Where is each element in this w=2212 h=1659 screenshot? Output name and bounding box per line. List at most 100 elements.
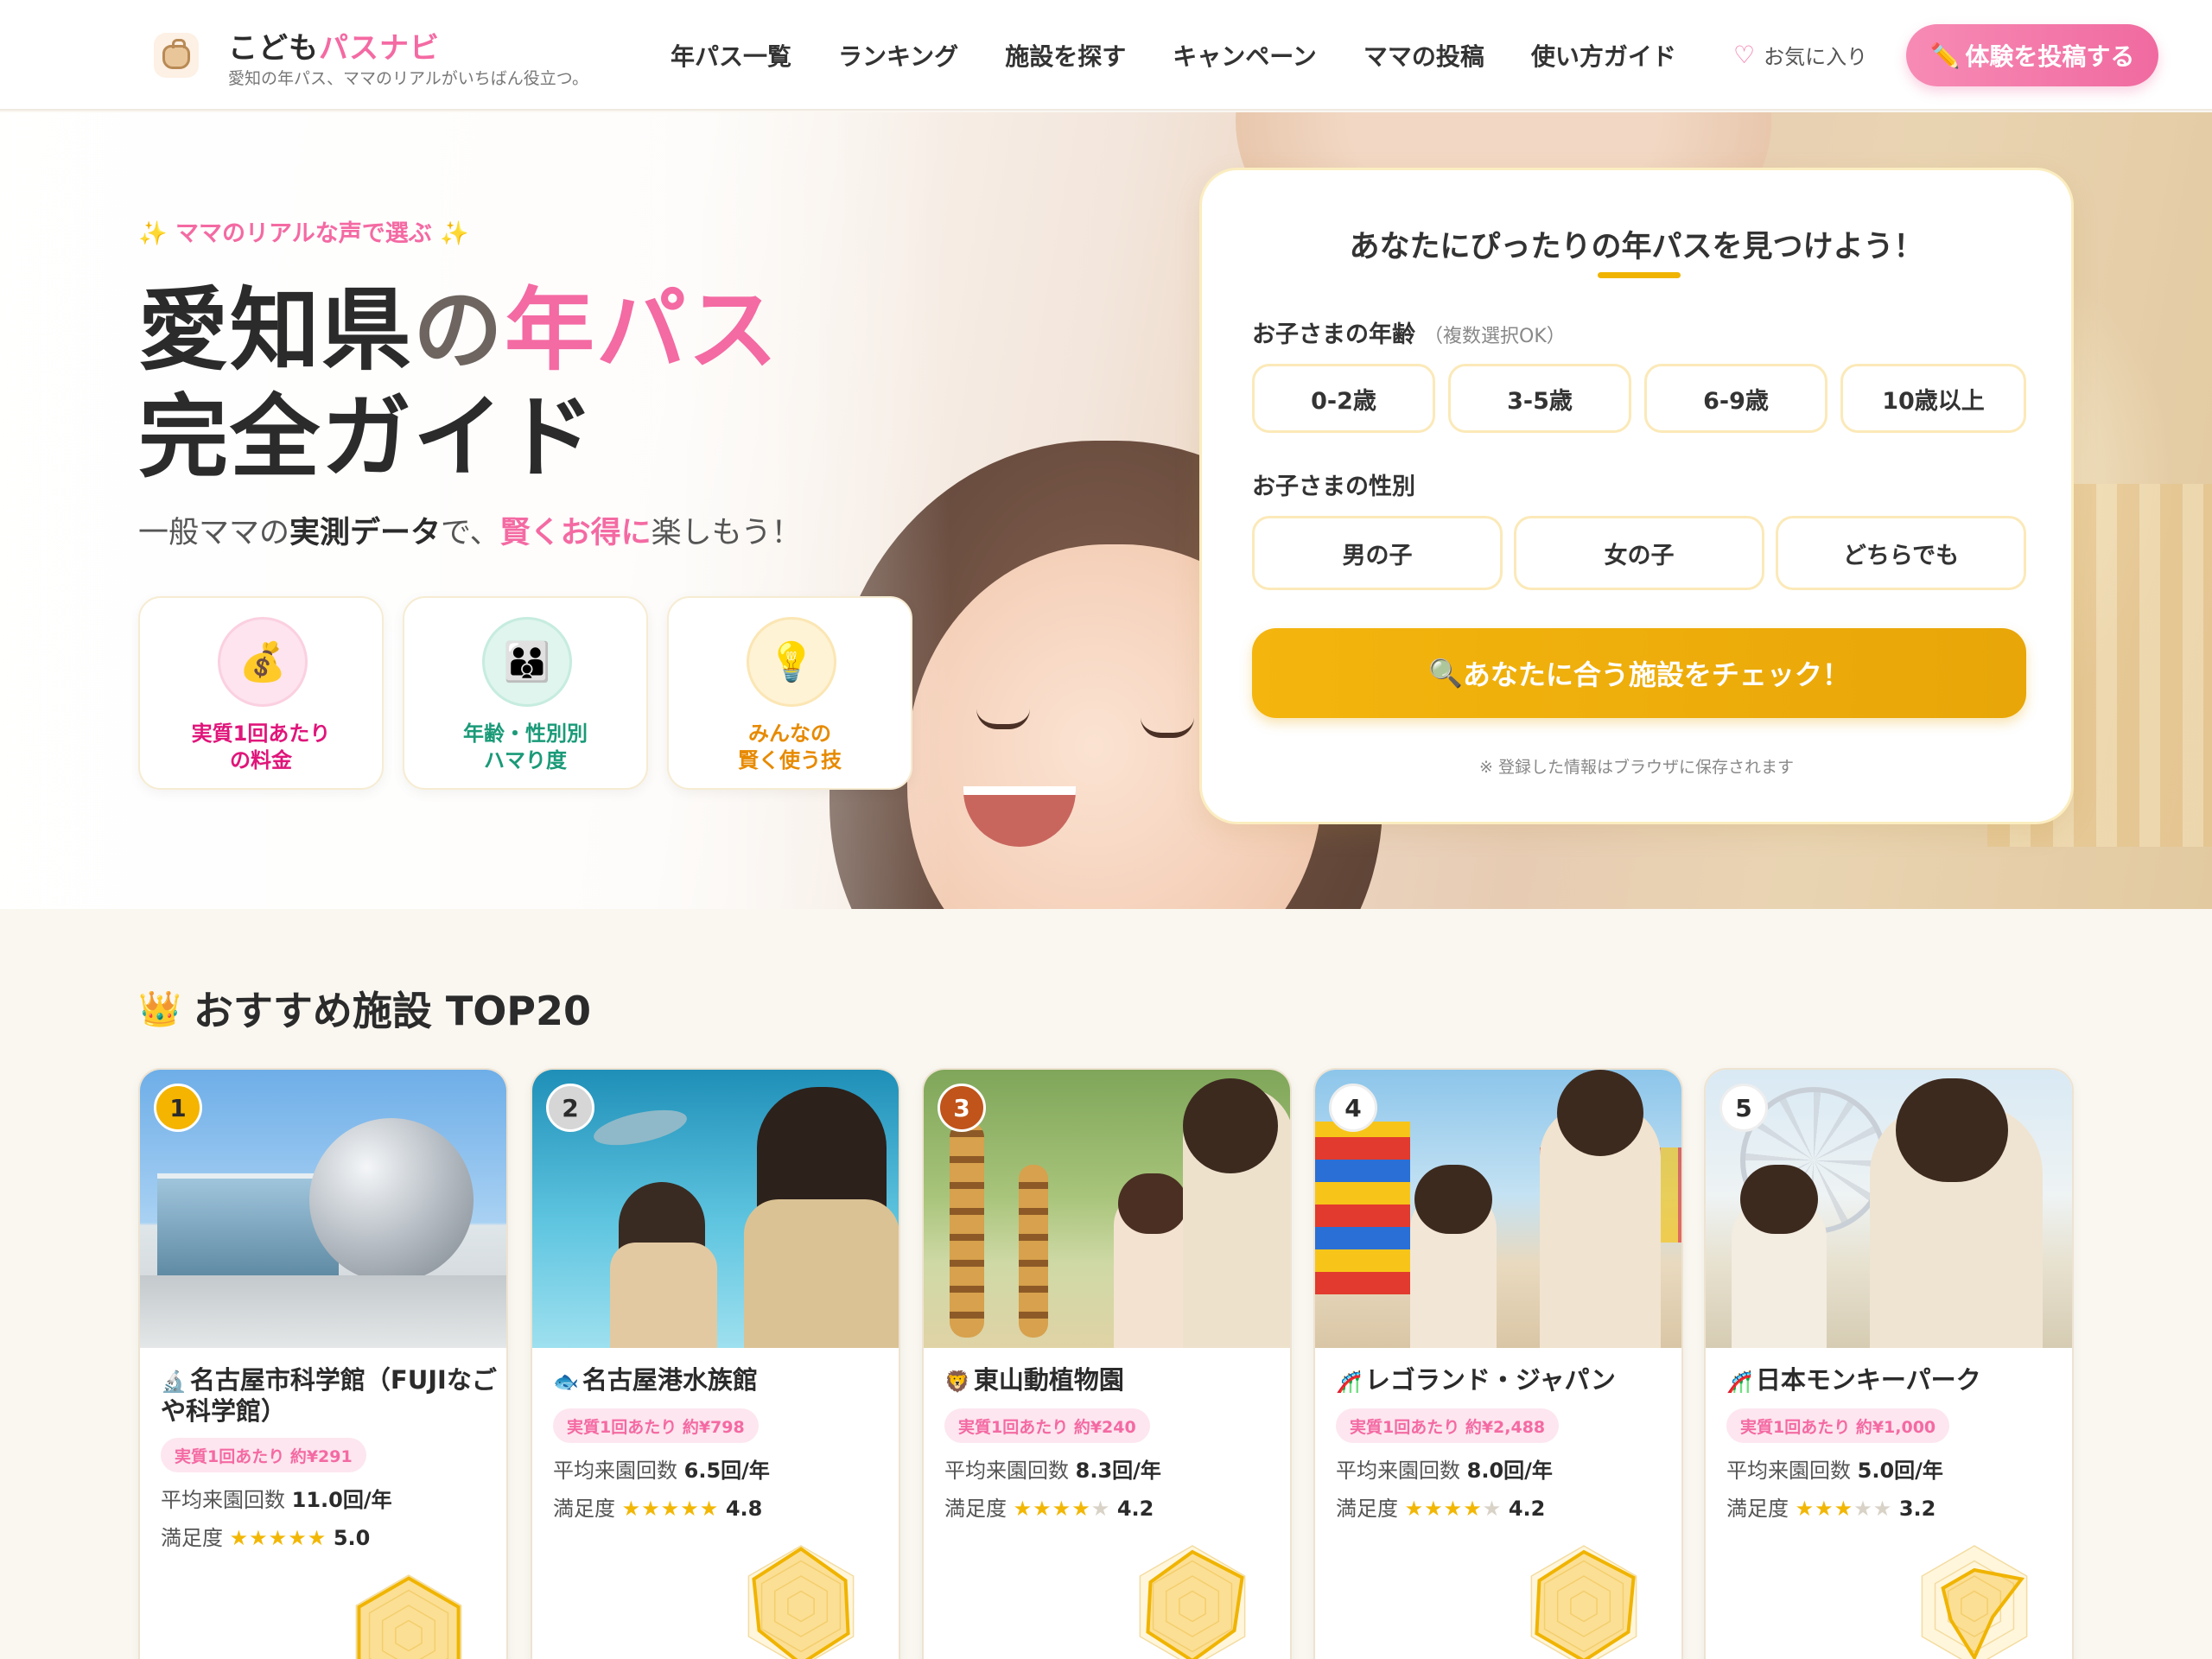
brand-name[interactable]: こどもパスナビ [228,24,440,67]
fish-icon: 🐟 [553,1370,579,1394]
age-chip-0-2[interactable]: 0-2歳 [1252,364,1435,433]
facility-card-2[interactable]: 2 🐟 名古屋港水族館 実質1回あたり 約¥798 平均来園回数 6.5回/年 満… [531,1068,900,1659]
facility-name: 🦁 東山動植物園 [944,1365,1124,1395]
age-chip-6-9[interactable]: 6-9歳 [1644,364,1827,433]
visits-stat: 平均来園回数 5.0回/年 [1726,1459,1943,1483]
hero-subtitle: 一般ママの実測データで、賢くお得に楽しもう！ [138,516,802,550]
star-icon: ★ [1404,1497,1425,1521]
star-icon: ★ [307,1526,327,1550]
gender-chip-either[interactable]: どちらでも [1776,516,2026,590]
roller-coaster-icon: 🎢 [1336,1370,1362,1394]
radar-chart [355,1574,462,1659]
rank-badge: 3 [938,1084,986,1132]
satisfaction-stat: 満足度 ★★★★★ 5.0 [161,1526,371,1550]
money-bag-icon: 💰 [218,617,308,707]
sparkle-icon: ✨ [440,220,469,247]
radar-chart [1921,1545,2028,1659]
star-rating: ★★★★★ [622,1497,720,1521]
price-badge: 実質1回あたり 約¥2,488 [1336,1408,1560,1443]
satisfaction-stat: 満足度 ★★★★★ 3.2 [1726,1497,1936,1521]
rank-badge: 1 [154,1084,202,1132]
gender-chip-girl[interactable]: 女の子 [1514,516,1764,590]
site-header: こどもパスナビ 愛知の年パス、ママのリアルがいちばん役立つ。 年パス一覧 ランキ… [0,0,2212,111]
hero-section: ✨ ママのリアルな声で選ぶ ✨ 愛知県の年パス 完全ガイド 一般ママの実測データ… [0,112,2212,909]
facility-card-3[interactable]: 3 🦁 東山動植物園 実質1回あたり 約¥240 平均来園回数 8.3回/年 満足… [922,1068,1292,1659]
rank-badge: 2 [546,1084,594,1132]
age-chip-10-plus[interactable]: 10歳以上 [1840,364,2026,433]
satisfaction-stat: 満足度 ★★★★★ 4.8 [553,1497,763,1521]
crown-icon: 👑 [138,988,181,1029]
radar-shape [357,1576,461,1659]
facility-name: 🎢 レゴランド・ジャパン [1336,1365,1616,1395]
star-icon: ★ [1443,1497,1464,1521]
star-icon: ★ [660,1497,681,1521]
star-rating: ★★★★★ [1796,1497,1893,1521]
star-rating: ★★★★★ [230,1526,327,1550]
radar-chart [747,1545,855,1659]
price-badge: 実質1回あたり 約¥291 [161,1438,366,1472]
star-icon: ★ [1834,1497,1854,1521]
ranking-title: 👑 おすすめ施設 TOP20 [138,988,592,1034]
nav-item-campaign[interactable]: キャンペーン [1173,38,1317,73]
post-button-label: 体験を投稿する [1965,42,2135,71]
logo-bag-icon[interactable] [154,33,199,78]
nav-item-ranking[interactable]: ランキング [838,38,958,73]
finder-title: あなたにぴったりの年パスを見つけよう！ [1349,230,1924,264]
satisfaction-stat: 満足度 ★★★★★ 4.2 [944,1497,1154,1521]
heart-icon: ♡ [1733,41,1756,69]
star-icon: ★ [699,1497,720,1521]
post-experience-button[interactable]: ✏️ 体験を投稿する [1906,24,2158,86]
star-icon: ★ [1033,1497,1052,1521]
nav-item-pass-list[interactable]: 年パス一覧 [671,38,791,73]
microscope-icon: 🔬 [161,1370,187,1394]
age-label: お子さまの年齢 （複数選択OK） [1252,321,1566,348]
star-icon: ★ [249,1526,269,1550]
feature-card-tips: 💡 みんなの 賢く使う技 [667,596,912,790]
radar-chart [1530,1545,1637,1659]
roller-coaster-icon: 🎢 [1726,1370,1752,1394]
facility-card-1[interactable]: 1 🔬 名古屋市科学館（FUJIなごや科学館） 実質1回あたり 約¥291 平均来… [138,1068,508,1659]
tagline: 愛知の年パス、ママのリアルがいちばん役立つ。 [228,69,589,88]
storage-note: ※ 登録した情報はブラウザに保存されます [1479,758,1794,777]
favorites-link[interactable]: ♡ お気に入り [1733,40,1867,70]
rank-badge: 4 [1329,1084,1377,1132]
price-badge: 実質1回あたり 約¥1,000 [1726,1408,1950,1443]
lion-icon: 🦁 [944,1370,970,1394]
favorites-label: お気に入り [1764,45,1868,69]
nav-item-find-facility[interactable]: 施設を探す [1005,38,1126,73]
gender-chip-boy[interactable]: 男の子 [1252,516,1503,590]
star-icon: ★ [1424,1497,1444,1521]
nav-item-guide[interactable]: 使い方ガイド [1531,38,1676,73]
star-icon: ★ [1815,1497,1834,1521]
pencil-icon: ✏️ [1929,41,1961,70]
star-icon: ★ [229,1526,250,1550]
age-chip-3-5[interactable]: 3-5歳 [1448,364,1631,433]
star-icon: ★ [1052,1497,1072,1521]
star-icon: ★ [1090,1497,1111,1521]
feature-card-price: 💰 実質1回あたり の料金 [138,596,384,790]
facility-name: 🐟 名古屋港水族館 [553,1365,758,1395]
star-icon: ★ [1872,1497,1893,1521]
rank-badge: 5 [1719,1084,1768,1132]
star-icon: ★ [1853,1497,1873,1521]
family-icon: 👪 [482,617,572,707]
main-nav: 年パス一覧 ランキング 施設を探す キャンペーン ママの投稿 使い方ガイド [671,38,1676,73]
star-icon: ★ [680,1497,700,1521]
radar-chart [1139,1545,1246,1659]
star-icon: ★ [268,1526,289,1550]
visits-stat: 平均来園回数 11.0回/年 [161,1488,392,1512]
satisfaction-stat: 満足度 ★★★★★ 4.2 [1336,1497,1546,1521]
visits-stat: 平均来園回数 8.3回/年 [944,1459,1161,1483]
sparkle-icon: ✨ [138,220,168,247]
facility-card-5[interactable]: 5 🎢 日本モンキーパーク 実質1回あたり 約¥1,000 平均来園回数 5.0回… [1704,1068,2074,1659]
star-icon: ★ [621,1497,642,1521]
price-badge: 実質1回あたり 約¥798 [553,1408,759,1443]
lightbulb-icon: 💡 [747,617,836,707]
facility-card-4[interactable]: 4 🎢 レゴランド・ジャパン 実質1回あたり 約¥2,488 平均来園回数 8.0… [1313,1068,1683,1659]
feature-card-fit: 👪 年齢・性別別 ハマり度 [403,596,648,790]
facility-name: 🔬 名古屋市科学館（FUJIなごや科学館） [161,1365,497,1426]
star-icon: ★ [1795,1497,1815,1521]
nav-item-mama-posts[interactable]: ママの投稿 [1363,38,1484,73]
visits-stat: 平均来園回数 6.5回/年 [553,1459,770,1483]
check-facilities-button[interactable]: 🔍 あなたに合う施設をチェック！ [1252,628,2026,718]
